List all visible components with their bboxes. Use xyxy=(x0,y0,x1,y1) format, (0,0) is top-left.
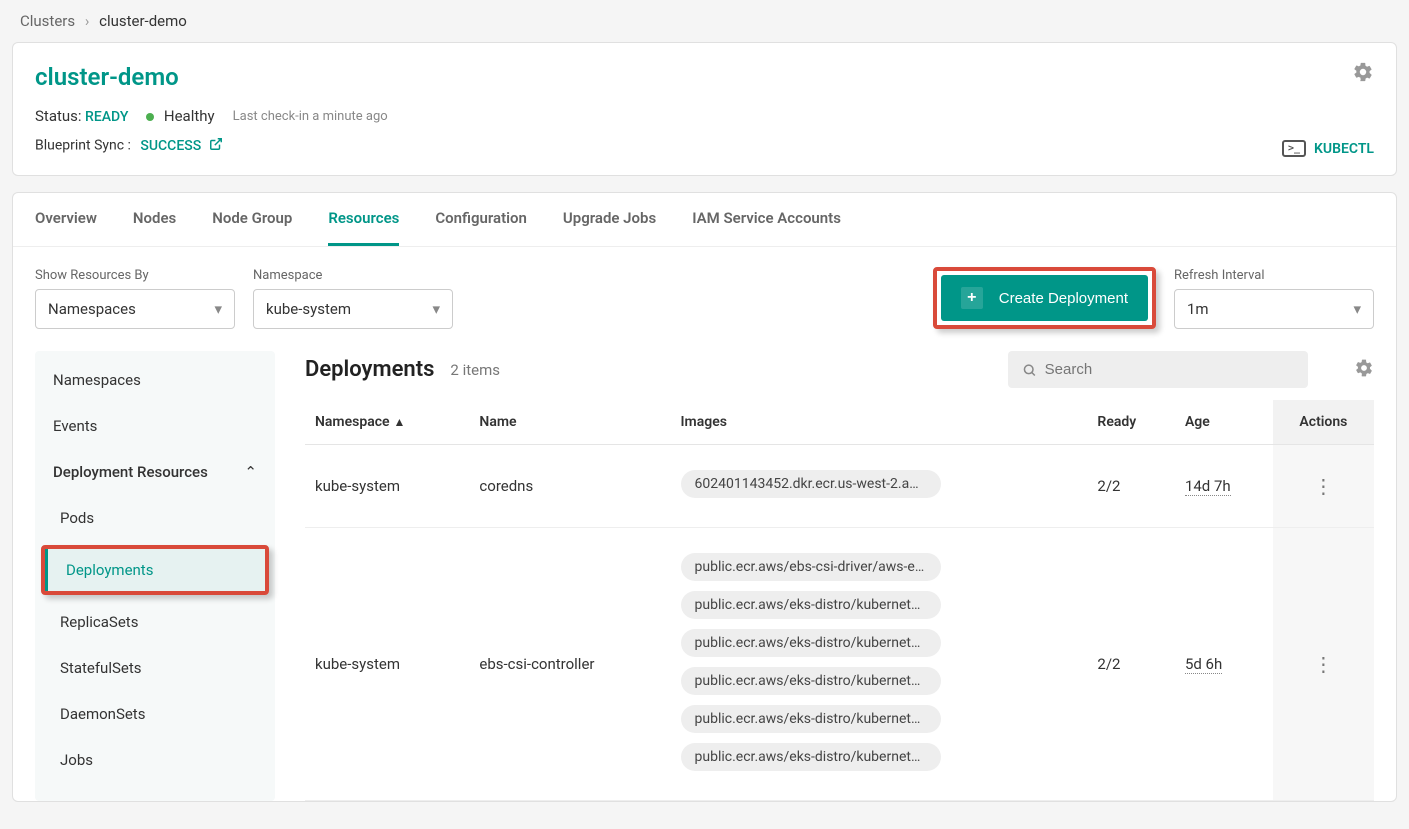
sidebar-sub-daemonsets[interactable]: DaemonSets xyxy=(35,691,275,737)
search-icon xyxy=(1022,362,1037,378)
col-actions[interactable]: Actions xyxy=(1273,400,1374,445)
col-name[interactable]: Name xyxy=(469,400,670,445)
refresh-label: Refresh Interval xyxy=(1174,268,1374,283)
item-count: 2 items xyxy=(450,361,500,379)
tab-upgrade-jobs[interactable]: Upgrade Jobs xyxy=(563,209,656,246)
cell-actions: ⋮ xyxy=(1273,445,1374,528)
kubectl-label: KUBECTL xyxy=(1314,141,1374,157)
create-deployment-highlight: + Create Deployment xyxy=(933,267,1156,329)
sidebar-sub-replicasets[interactable]: ReplicaSets xyxy=(35,599,275,645)
terminal-icon: >_ xyxy=(1282,140,1306,157)
col-ready[interactable]: Ready xyxy=(1087,400,1175,445)
search-box[interactable] xyxy=(1008,351,1308,388)
table-row: kube-systemcoredns 602401143452.dkr.ecr.u… xyxy=(305,445,1374,528)
create-deployment-label: Create Deployment xyxy=(999,290,1128,307)
tab-configuration[interactable]: Configuration xyxy=(435,209,527,246)
gear-icon[interactable] xyxy=(1352,61,1374,87)
namespace-select[interactable]: kube-system ▾ xyxy=(253,289,453,329)
image-pill[interactable]: public.ecr.aws/ebs-csi-driver/aws-ebs-… xyxy=(681,553,941,581)
image-pill[interactable]: public.ecr.aws/eks-distro/kubernetes-… xyxy=(681,743,941,771)
col-namespace[interactable]: Namespace▲ xyxy=(305,400,469,445)
search-input[interactable] xyxy=(1045,361,1294,378)
tab-iam-service-accounts[interactable]: IAM Service Accounts xyxy=(692,209,841,246)
image-pill[interactable]: public.ecr.aws/eks-distro/kubernetes-… xyxy=(681,705,941,733)
cell-actions: ⋮ xyxy=(1273,528,1374,801)
cell-age: 5d 6h xyxy=(1175,528,1273,801)
col-images[interactable]: Images xyxy=(671,400,1088,445)
health-text: Healthy xyxy=(164,107,215,125)
cell-ready: 2/2 xyxy=(1087,528,1175,801)
tab-node-group[interactable]: Node Group xyxy=(212,209,292,246)
col-age[interactable]: Age xyxy=(1175,400,1273,445)
cluster-title: cluster-demo xyxy=(35,63,1374,91)
status-value: READY xyxy=(85,109,128,125)
image-pill[interactable]: public.ecr.aws/eks-distro/kubernetes-… xyxy=(681,591,941,619)
health-dot-icon xyxy=(146,113,154,121)
tabs-card: Overview Nodes Node Group Resources Configur… xyxy=(12,192,1397,802)
breadcrumb-current: cluster-demo xyxy=(99,12,187,30)
tabs-bar: Overview Nodes Node Group Resources Configur… xyxy=(13,193,1396,247)
chevron-down-icon: ▾ xyxy=(432,300,440,318)
tab-nodes[interactable]: Nodes xyxy=(133,209,176,246)
main-title: Deployments xyxy=(305,357,434,382)
tab-overview[interactable]: Overview xyxy=(35,209,97,246)
cluster-header-card: cluster-demo Status: READY Healthy Last … xyxy=(12,42,1397,176)
gear-icon[interactable] xyxy=(1354,358,1374,382)
sidebar-sub-pods[interactable]: Pods xyxy=(35,495,275,541)
deployments-table: Namespace▲NameImagesReadyAgeActions kube… xyxy=(305,400,1374,801)
cell-images: 602401143452.dkr.ecr.us-west-2.ama… xyxy=(671,445,1088,528)
more-actions-icon[interactable]: ⋮ xyxy=(1313,652,1333,676)
chevron-down-icon: ▾ xyxy=(214,300,222,318)
sort-asc-icon: ▲ xyxy=(394,415,406,429)
sidebar-item-namespaces[interactable]: Namespaces xyxy=(35,357,275,403)
chevron-up-icon: ⌃ xyxy=(244,463,257,481)
tab-resources[interactable]: Resources xyxy=(328,209,399,246)
namespace-label: Namespace xyxy=(253,268,453,283)
cell-name: ebs-csi-controller xyxy=(469,528,670,801)
sidebar-sub-jobs[interactable]: Jobs xyxy=(35,737,275,783)
status-label: Status: xyxy=(35,107,82,125)
sidebar-sub-deployments[interactable]: Deployments xyxy=(45,549,265,591)
show-by-value: Namespaces xyxy=(48,300,136,318)
cell-images: public.ecr.aws/ebs-csi-driver/aws-ebs-… p… xyxy=(671,528,1088,801)
show-by-select[interactable]: Namespaces ▾ xyxy=(35,289,235,329)
external-link-icon[interactable] xyxy=(209,137,223,155)
blueprint-value[interactable]: SUCCESS xyxy=(140,138,201,154)
sidebar-item-events[interactable]: Events xyxy=(35,403,275,449)
cell-namespace: kube-system xyxy=(305,528,469,801)
namespace-value: kube-system xyxy=(266,300,351,318)
image-pill[interactable]: public.ecr.aws/eks-distro/kubernetes-… xyxy=(681,629,941,657)
sidebar-sub-statefulsets[interactable]: StatefulSets xyxy=(35,645,275,691)
blueprint-label: Blueprint Sync : xyxy=(35,138,131,154)
plus-icon: + xyxy=(961,287,983,309)
breadcrumb-sep: › xyxy=(85,12,90,30)
sidebar-section-deployment-resources[interactable]: Deployment Resources⌃ xyxy=(35,449,275,495)
kubectl-button[interactable]: >_ KUBECTL xyxy=(1282,140,1374,157)
table-row: kube-systemebs-csi-controllerpublic.ecr.… xyxy=(305,528,1374,801)
more-actions-icon[interactable]: ⋮ xyxy=(1313,474,1333,498)
refresh-value: 1m xyxy=(1187,300,1209,318)
resource-sidebar: NamespacesEventsDeployment Resources⌃Pod… xyxy=(35,351,275,801)
controls-row: Show Resources By Namespaces ▾ Namespace… xyxy=(13,247,1396,339)
image-pill[interactable]: public.ecr.aws/eks-distro/kubernetes-… xyxy=(681,667,941,695)
chevron-down-icon: ▾ xyxy=(1353,300,1361,318)
main-area: Deployments 2 items Namespace▲NameImages… xyxy=(305,351,1374,801)
show-by-label: Show Resources By xyxy=(35,268,235,283)
refresh-select[interactable]: 1m ▾ xyxy=(1174,289,1374,329)
last-checkin: Last check-in a minute ago xyxy=(233,109,388,124)
sidebar-deployments-highlight: Deployments xyxy=(41,545,269,595)
image-pill[interactable]: 602401143452.dkr.ecr.us-west-2.ama… xyxy=(681,470,941,498)
breadcrumb: Clusters › cluster-demo xyxy=(0,0,1409,42)
cell-namespace: kube-system xyxy=(305,445,469,528)
cell-age: 14d 7h xyxy=(1175,445,1273,528)
cell-ready: 2/2 xyxy=(1087,445,1175,528)
breadcrumb-root[interactable]: Clusters xyxy=(20,12,75,30)
create-deployment-button[interactable]: + Create Deployment xyxy=(941,275,1148,321)
cell-name: coredns xyxy=(469,445,670,528)
